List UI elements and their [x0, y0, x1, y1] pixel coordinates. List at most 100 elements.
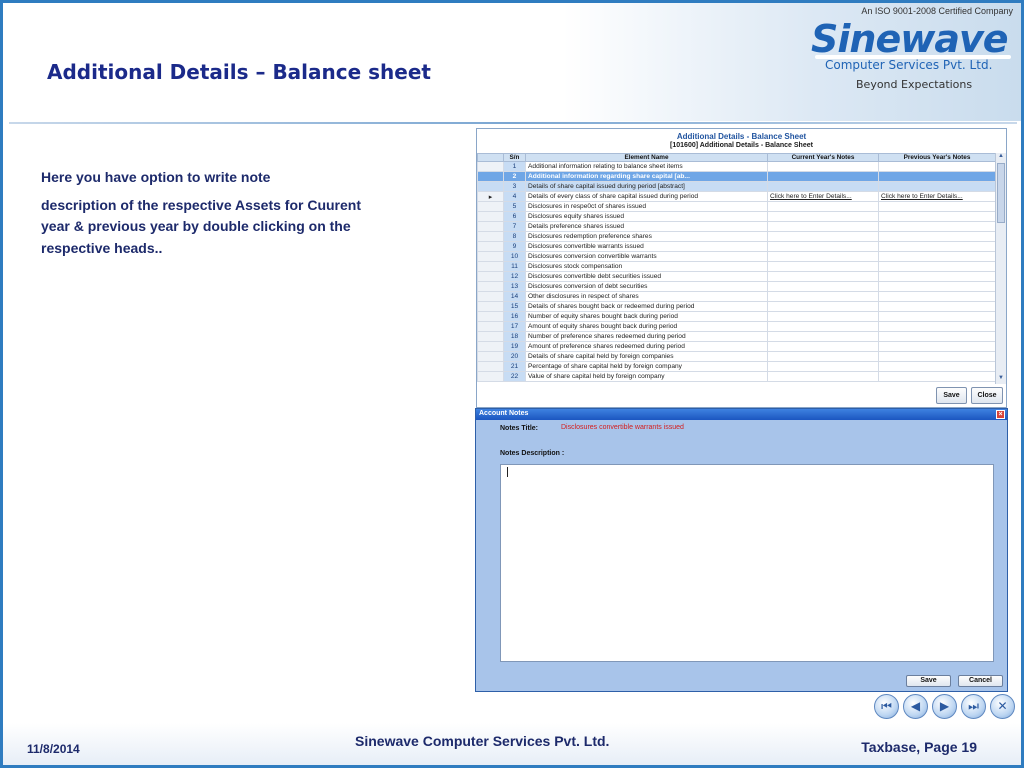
row-selector[interactable] — [477, 171, 504, 182]
grid-scrollbar[interactable]: ▲ ▼ — [995, 153, 1006, 384]
row-selector[interactable] — [477, 231, 504, 242]
row-element-name[interactable]: Details of share capital held by foreign… — [525, 351, 768, 362]
row-element-name[interactable]: Additional information regarding share c… — [525, 171, 768, 182]
grid-save-button[interactable]: Save — [936, 387, 967, 404]
row-selector[interactable] — [477, 201, 504, 212]
row-element-name[interactable]: Amount of preference shares redeemed dur… — [525, 341, 768, 352]
row-previous-notes[interactable] — [878, 261, 995, 272]
table-row[interactable]: 1 Additional information relating to bala… — [477, 161, 995, 172]
row-selector[interactable] — [477, 371, 504, 382]
row-element-name[interactable]: Details of shares bought back or redeeme… — [525, 301, 768, 312]
row-element-name[interactable]: Amount of equity shares bought back duri… — [525, 321, 768, 332]
row-sn[interactable]: 17 — [503, 321, 526, 332]
row-sn[interactable]: 15 — [503, 301, 526, 312]
row-previous-notes[interactable] — [878, 221, 995, 232]
row-previous-notes[interactable] — [878, 361, 995, 372]
table-row[interactable]: 10 Disclosures conversion convertible war… — [477, 251, 995, 262]
table-row[interactable]: 6 Disclosures equity shares issued — [477, 211, 995, 222]
table-row[interactable]: ▸ 4 Details of every class of share capita… — [477, 191, 995, 202]
row-previous-notes[interactable] — [878, 161, 995, 172]
row-element-name[interactable]: Details of share capital issued during p… — [525, 181, 768, 192]
table-row[interactable]: 2 Additional information regarding share … — [477, 171, 995, 182]
row-selector[interactable] — [477, 271, 504, 282]
row-previous-notes[interactable] — [878, 311, 995, 322]
row-selector[interactable] — [477, 221, 504, 232]
row-sn[interactable]: 14 — [503, 291, 526, 302]
scroll-up-icon[interactable]: ▲ — [996, 153, 1006, 162]
row-current-notes[interactable] — [767, 221, 879, 232]
next-slide-icon[interactable]: ▶ — [932, 694, 957, 719]
row-current-notes[interactable] — [767, 271, 879, 282]
row-selector[interactable] — [477, 321, 504, 332]
row-current-notes[interactable] — [767, 201, 879, 212]
row-element-name[interactable]: Number of preference shares redeemed dur… — [525, 331, 768, 342]
row-selector[interactable] — [477, 211, 504, 222]
row-previous-notes[interactable] — [878, 351, 995, 362]
row-current-notes[interactable] — [767, 171, 879, 182]
row-element-name[interactable]: Details preference shares issued — [525, 221, 768, 232]
row-current-notes[interactable] — [767, 251, 879, 262]
row-current-notes[interactable] — [767, 261, 879, 272]
notes-cancel-button[interactable]: Cancel — [958, 675, 1003, 687]
table-row[interactable]: 17 Amount of equity shares bought back du… — [477, 321, 995, 332]
row-previous-notes[interactable] — [878, 321, 995, 332]
row-sn[interactable]: 3 — [503, 181, 526, 192]
row-selector[interactable] — [477, 331, 504, 342]
dialog-titlebar[interactable]: Account Notes × — [476, 409, 1007, 420]
last-slide-icon[interactable]: ⏭ — [961, 694, 986, 719]
row-selector[interactable] — [477, 261, 504, 272]
row-previous-notes[interactable]: Click here to Enter Details... — [878, 191, 995, 202]
row-current-notes[interactable] — [767, 281, 879, 292]
column-header-sn[interactable]: S/n — [503, 153, 526, 162]
row-current-notes[interactable] — [767, 181, 879, 192]
first-slide-icon[interactable]: ⏮ — [874, 694, 899, 719]
row-previous-notes[interactable] — [878, 211, 995, 222]
row-sn[interactable]: 21 — [503, 361, 526, 372]
row-sn[interactable]: 22 — [503, 371, 526, 382]
table-row[interactable]: 20 Details of share capital held by forei… — [477, 351, 995, 362]
row-current-notes[interactable]: Click here to Enter Details... — [767, 191, 879, 202]
row-selector[interactable] — [477, 301, 504, 312]
row-selector[interactable] — [477, 291, 504, 302]
table-row[interactable]: 5 Disclosures in respe0ct of shares issue… — [477, 201, 995, 212]
row-previous-notes[interactable] — [878, 271, 995, 282]
row-selector[interactable] — [477, 161, 504, 172]
row-sn[interactable]: 11 — [503, 261, 526, 272]
row-sn[interactable]: 18 — [503, 331, 526, 342]
row-element-name[interactable]: Number of equity shares bought back duri… — [525, 311, 768, 322]
row-current-notes[interactable] — [767, 311, 879, 322]
column-header-element-name[interactable]: Element Name — [525, 153, 768, 162]
row-previous-notes[interactable] — [878, 181, 995, 192]
row-current-notes[interactable] — [767, 341, 879, 352]
table-row[interactable]: 7 Details preference shares issued — [477, 221, 995, 232]
table-row[interactable]: 8 Disclosures redemption preference share… — [477, 231, 995, 242]
table-row[interactable]: 9 Disclosures convertible warrants issued — [477, 241, 995, 252]
row-element-name[interactable]: Other disclosures in respect of shares — [525, 291, 768, 302]
close-icon[interactable]: ✕ — [990, 694, 1015, 719]
row-sn[interactable]: 6 — [503, 211, 526, 222]
row-current-notes[interactable] — [767, 301, 879, 312]
row-sn[interactable]: 10 — [503, 251, 526, 262]
row-sn[interactable]: 5 — [503, 201, 526, 212]
row-element-name[interactable]: Disclosures stock compensation — [525, 261, 768, 272]
row-sn[interactable]: 12 — [503, 271, 526, 282]
row-previous-notes[interactable] — [878, 241, 995, 252]
column-header-current-notes[interactable]: Current Year's Notes — [767, 153, 879, 162]
row-previous-notes[interactable] — [878, 371, 995, 382]
row-element-name[interactable]: Details of every class of share capital … — [525, 191, 768, 202]
row-element-name[interactable]: Disclosures convertible debt securities … — [525, 271, 768, 282]
row-element-name[interactable]: Disclosures conversion of debt securitie… — [525, 281, 768, 292]
row-current-notes[interactable] — [767, 361, 879, 372]
grid-close-button[interactable]: Close — [971, 387, 1003, 404]
row-selector[interactable] — [477, 361, 504, 372]
row-element-name[interactable]: Disclosures redemption preference shares — [525, 231, 768, 242]
column-header-previous-notes[interactable]: Previous Year's Notes — [878, 153, 995, 162]
row-sn[interactable]: 4 — [503, 191, 526, 202]
row-element-name[interactable]: Additional information relating to balan… — [525, 161, 768, 172]
notes-save-button[interactable]: Save — [906, 675, 951, 687]
table-row[interactable]: 13 Disclosures conversion of debt securit… — [477, 281, 995, 292]
row-sn[interactable]: 19 — [503, 341, 526, 352]
previous-slide-icon[interactable]: ◀ — [903, 694, 928, 719]
row-element-name[interactable]: Disclosures in respe0ct of shares issued — [525, 201, 768, 212]
table-row[interactable]: 22 Value of share capital held by foreign… — [477, 371, 995, 382]
